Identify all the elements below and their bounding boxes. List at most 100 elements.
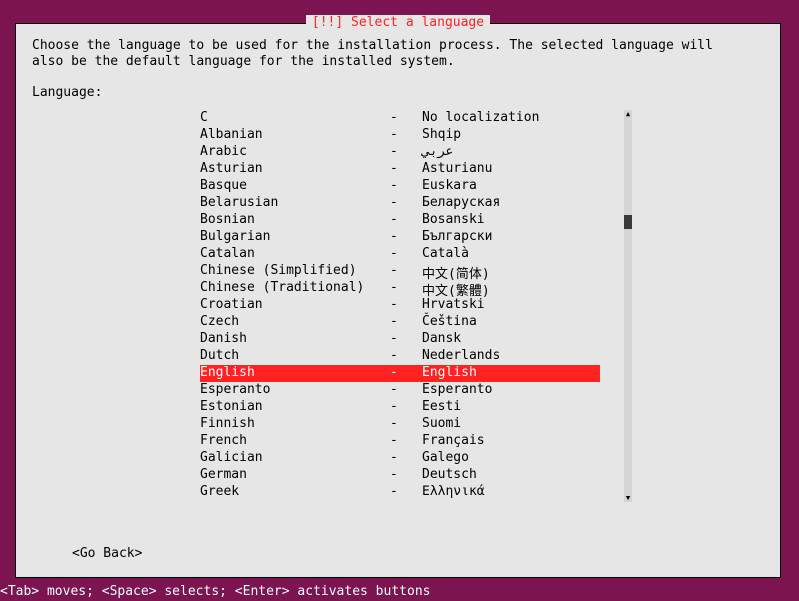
language-name: Czech (200, 314, 390, 331)
language-native: English (422, 365, 600, 382)
list-item[interactable]: Chinese (Traditional)- 中文(繁體) (200, 280, 600, 297)
language-native: Български (422, 229, 600, 246)
list-item[interactable]: English- English (200, 365, 600, 382)
list-item[interactable]: Greek- Ελληνικά (200, 484, 600, 501)
separator: - (390, 246, 422, 263)
list-item[interactable]: Asturian- Asturianu (200, 161, 600, 178)
language-name: Basque (200, 178, 390, 195)
language-name: Catalan (200, 246, 390, 263)
separator: - (390, 178, 422, 195)
language-native: Shqip (422, 127, 600, 144)
separator: - (390, 433, 422, 450)
list-item[interactable]: Estonian- Eesti (200, 399, 600, 416)
separator: - (390, 263, 422, 280)
language-name: Asturian (200, 161, 390, 178)
language-native: Deutsch (422, 467, 600, 484)
language-name: Greek (200, 484, 390, 501)
separator: - (390, 416, 422, 433)
scroll-up-icon[interactable]: ▴ (624, 108, 632, 120)
separator: - (390, 280, 422, 297)
language-name: Esperanto (200, 382, 390, 399)
language-native: Euskara (422, 178, 600, 195)
list-item[interactable]: Catalan- Català (200, 246, 600, 263)
language-name: Bulgarian (200, 229, 390, 246)
language-prompt: Language: (32, 85, 764, 100)
separator: - (390, 161, 422, 178)
list-item[interactable]: Czech- Čeština (200, 314, 600, 331)
language-name: German (200, 467, 390, 484)
language-list-area: C- No localizationAlbanian- ShqipArabic-… (200, 110, 632, 501)
separator: - (390, 450, 422, 467)
language-name: Galician (200, 450, 390, 467)
scroll-thumb[interactable] (624, 215, 632, 229)
list-item[interactable]: C- No localization (200, 110, 600, 127)
language-name: Bosnian (200, 212, 390, 229)
separator: - (390, 314, 422, 331)
separator: - (390, 212, 422, 229)
language-native: Suomi (422, 416, 600, 433)
language-name: Finnish (200, 416, 390, 433)
separator: - (390, 127, 422, 144)
language-name: Croatian (200, 297, 390, 314)
footer-hint: <Tab> moves; <Space> selects; <Enter> ac… (0, 584, 430, 599)
list-item[interactable]: Belarusian- Беларуская (200, 195, 600, 212)
language-native: Bosanski (422, 212, 600, 229)
list-item[interactable]: Bulgarian- Български (200, 229, 600, 246)
language-name: Danish (200, 331, 390, 348)
list-item[interactable]: Finnish- Suomi (200, 416, 600, 433)
list-item[interactable]: Dutch- Nederlands (200, 348, 600, 365)
separator: - (390, 399, 422, 416)
language-name: Arabic (200, 144, 390, 161)
language-name: Dutch (200, 348, 390, 365)
language-native: Français (422, 433, 600, 450)
separator: - (390, 365, 422, 382)
separator: - (390, 195, 422, 212)
language-native: No localization (422, 110, 600, 127)
separator: - (390, 467, 422, 484)
language-native: Eesti (422, 399, 600, 416)
separator: - (390, 144, 422, 161)
dialog-body: Choose the language to be used for the i… (16, 24, 780, 501)
separator: - (390, 110, 422, 127)
list-item[interactable]: Basque- Euskara (200, 178, 600, 195)
language-name: C (200, 110, 390, 127)
scroll-down-icon[interactable]: ▾ (624, 492, 632, 504)
instruction-text: Choose the language to be used for the i… (32, 38, 764, 71)
language-name: French (200, 433, 390, 450)
list-item[interactable]: Chinese (Simplified)- 中文(简体) (200, 263, 600, 280)
list-item[interactable]: Arabic- عربي (200, 144, 600, 161)
dialog-title-wrap: [!!] Select a language (16, 15, 780, 30)
list-item[interactable]: Bosnian- Bosanski (200, 212, 600, 229)
list-item[interactable]: French- Français (200, 433, 600, 450)
list-item[interactable]: Albanian- Shqip (200, 127, 600, 144)
list-item[interactable]: Galician- Galego (200, 450, 600, 467)
language-name: Belarusian (200, 195, 390, 212)
go-back-button[interactable]: <Go Back> (72, 546, 142, 561)
separator: - (390, 382, 422, 399)
language-name: Chinese (Traditional) (200, 280, 390, 297)
separator: - (390, 297, 422, 314)
language-native: Català (422, 246, 600, 263)
language-native: Nederlands (422, 348, 600, 365)
list-item[interactable]: Danish- Dansk (200, 331, 600, 348)
language-native: Dansk (422, 331, 600, 348)
separator: - (390, 484, 422, 501)
language-name: English (200, 365, 390, 382)
language-native: Беларуская (422, 195, 600, 212)
language-name: Estonian (200, 399, 390, 416)
separator: - (390, 229, 422, 246)
language-native: Galego (422, 450, 600, 467)
scrollbar[interactable]: ▴ ▾ (624, 110, 632, 502)
separator: - (390, 348, 422, 365)
list-item[interactable]: Croatian- Hrvatski (200, 297, 600, 314)
language-native: Esperanto (422, 382, 600, 399)
language-native: Čeština (422, 314, 600, 331)
language-native: Hrvatski (422, 297, 600, 314)
list-item[interactable]: German- Deutsch (200, 467, 600, 484)
list-item[interactable]: Esperanto- Esperanto (200, 382, 600, 399)
language-dialog: [!!] Select a language Choose the langua… (15, 23, 781, 578)
language-list[interactable]: C- No localizationAlbanian- ShqipArabic-… (200, 110, 600, 501)
language-native: عربي (422, 144, 600, 161)
dialog-title: [!!] Select a language (306, 15, 490, 30)
language-native: Ελληνικά (422, 484, 600, 501)
